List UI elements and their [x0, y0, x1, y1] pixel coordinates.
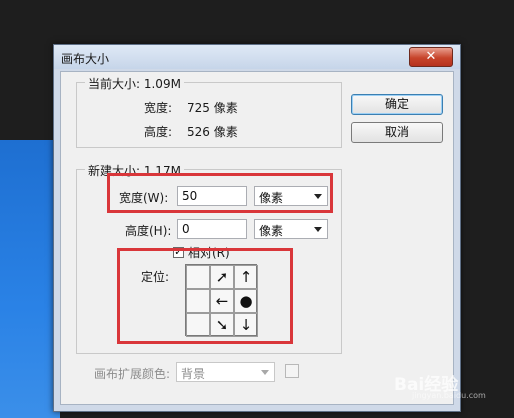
highlight-width-box	[107, 173, 333, 213]
close-icon: ✕	[425, 49, 437, 64]
watermark: Bai经验 jingyan.baidu.com	[394, 370, 504, 400]
canvas-size-dialog: 画布大小 ✕ 当前大小: 1.09M 宽度: 725 像素 高度: 526 像素…	[53, 44, 461, 412]
dialog-content: 当前大小: 1.09M 宽度: 725 像素 高度: 526 像素 确定 取消 …	[60, 71, 454, 405]
current-size-group: 当前大小: 1.09M 宽度: 725 像素 高度: 526 像素	[76, 75, 342, 148]
cancel-button[interactable]: 取消	[351, 122, 443, 143]
color-swatch[interactable]	[285, 364, 299, 378]
current-width-label: 宽度:	[144, 101, 173, 115]
canvas-extension-color-value: 背景	[181, 367, 206, 381]
highlight-anchor-box	[117, 248, 293, 344]
height-unit-value: 像素	[259, 224, 284, 238]
ok-button[interactable]: 确定	[351, 94, 443, 115]
close-button[interactable]: ✕	[409, 47, 453, 67]
background-desktop	[0, 140, 60, 418]
canvas-extension-color-label: 画布扩展颜色:	[94, 367, 171, 381]
canvas-extension-color-select[interactable]: 背景	[176, 362, 275, 382]
chevron-down-icon	[314, 227, 322, 232]
current-height-value: 526 像素	[187, 125, 238, 139]
height-input[interactable]: 0	[177, 219, 247, 239]
current-width-value: 725 像素	[187, 101, 238, 115]
dialog-title: 画布大小	[61, 52, 110, 66]
current-size-legend: 当前大小: 1.09M	[85, 75, 184, 92]
new-height-label: 高度(H):	[125, 224, 172, 238]
current-height-label: 高度:	[144, 125, 173, 139]
dialog-titlebar: 画布大小 ✕	[54, 45, 460, 69]
chevron-down-icon	[261, 370, 269, 375]
height-unit-select[interactable]: 像素	[254, 219, 328, 239]
watermark-subtext: jingyan.baidu.com	[412, 391, 486, 400]
